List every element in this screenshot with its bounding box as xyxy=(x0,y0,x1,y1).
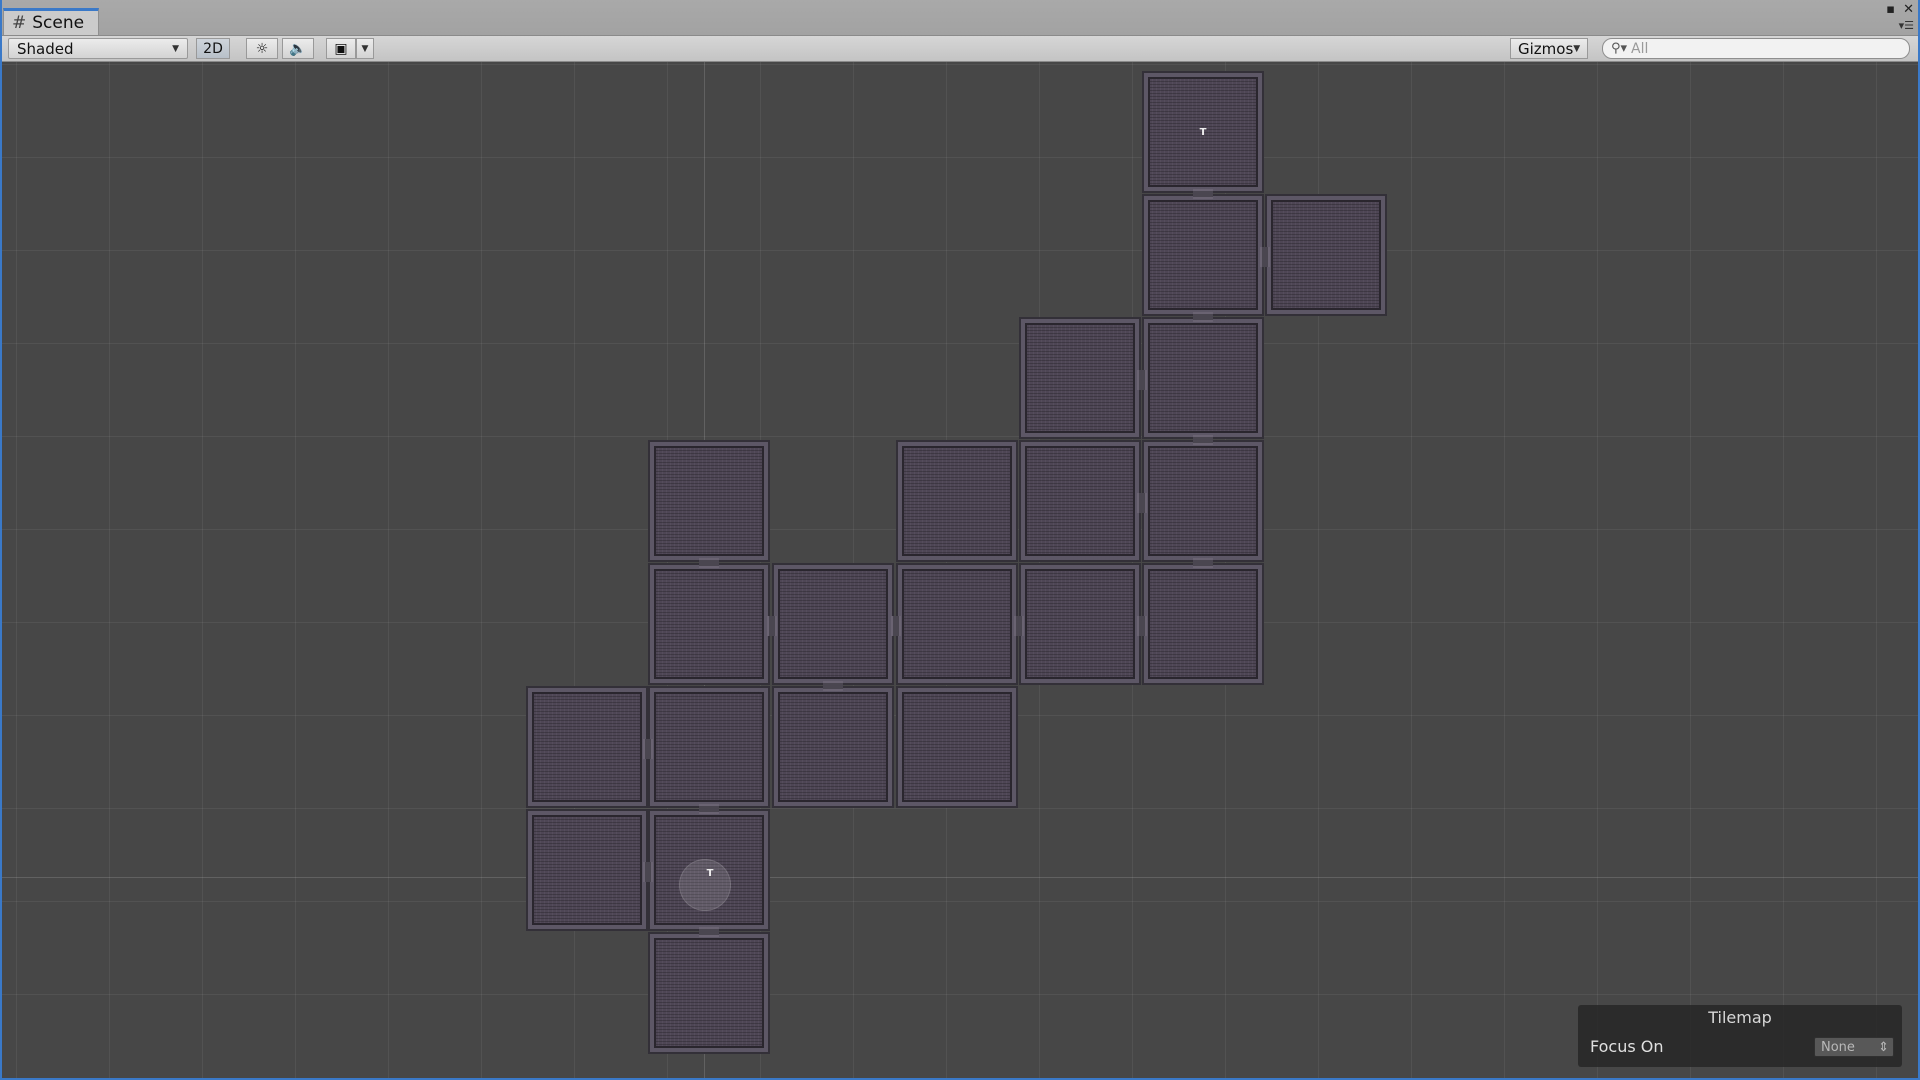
room-connector xyxy=(1137,616,1147,636)
audio-toggle-button[interactable]: 🔈 xyxy=(282,38,314,59)
tile-room xyxy=(774,688,892,806)
tilemap-overlay-panel: Tilemap Focus On None ⇕ xyxy=(1578,1005,1902,1067)
room-connector xyxy=(699,558,719,568)
tile-room xyxy=(774,565,892,683)
focus-on-value: None xyxy=(1821,1039,1855,1055)
room-connector xyxy=(1193,312,1213,322)
scene-toolbar: Shaded ▼ 2D ☼ 🔈 ▣ ▼ Gizmos ▼ ⚲▾ All xyxy=(0,36,1920,62)
room-connector xyxy=(699,927,719,937)
tile-room xyxy=(1144,319,1262,437)
chevron-down-icon: ▼ xyxy=(1573,43,1581,54)
room-connector xyxy=(1137,493,1147,513)
room-connector xyxy=(1137,370,1147,390)
gizmos-label: Gizmos xyxy=(1518,39,1574,58)
origin-axis-horizontal xyxy=(2,877,1918,878)
room-connector xyxy=(643,862,653,882)
tile-room xyxy=(528,688,646,806)
sun-icon: ☼ xyxy=(255,40,269,57)
room-connector xyxy=(1260,247,1270,267)
focus-on-label: Focus On xyxy=(1590,1037,1664,1056)
tile-room xyxy=(898,442,1016,560)
room-connector xyxy=(823,681,843,691)
search-icon: ⚲▾ xyxy=(1611,41,1628,56)
player-marker-icon[interactable]: T xyxy=(705,869,715,879)
search-input[interactable]: ⚲▾ All xyxy=(1602,38,1910,59)
chevron-down-icon: ▼ xyxy=(361,43,369,54)
room-connector xyxy=(1193,189,1213,199)
room-connector xyxy=(1014,616,1024,636)
tab-scene[interactable]: # Scene xyxy=(3,8,99,35)
effects-toggle-button[interactable]: ▣ xyxy=(326,38,356,59)
tab-menu-icon[interactable]: ▾☰ xyxy=(1899,19,1914,32)
tile-room xyxy=(650,442,768,560)
tile-room xyxy=(528,811,646,929)
tile-room xyxy=(1021,565,1139,683)
room-connector xyxy=(643,739,653,759)
tile-room xyxy=(1021,319,1139,437)
spawn-marker-icon[interactable]: T xyxy=(1198,128,1208,138)
tile-room xyxy=(1144,565,1262,683)
tilemap-panel-title: Tilemap xyxy=(1708,1008,1772,1027)
effects-dropdown-button[interactable]: ▼ xyxy=(356,38,374,59)
tab-scene-label: Scene xyxy=(32,13,85,33)
chevron-down-icon: ▼ xyxy=(172,43,179,54)
tile-room xyxy=(1021,442,1139,560)
tile-room xyxy=(1144,196,1262,314)
speaker-icon: 🔈 xyxy=(289,40,307,57)
lighting-toggle-button[interactable]: ☼ xyxy=(246,38,278,59)
editor-tab-bar: # Scene ▪ ✕ ▾☰ xyxy=(0,0,1920,36)
room-connector xyxy=(891,616,901,636)
window-controls: ▪ ✕ xyxy=(1886,3,1914,16)
gizmos-dropdown[interactable]: Gizmos ▼ xyxy=(1510,38,1588,59)
tile-room xyxy=(898,565,1016,683)
mode-2d-button[interactable]: 2D xyxy=(196,38,230,59)
tile-room xyxy=(1267,196,1385,314)
shading-mode-dropdown[interactable]: Shaded ▼ xyxy=(8,38,188,59)
tile-room xyxy=(1144,442,1262,560)
room-connector xyxy=(1193,558,1213,568)
maximize-icon[interactable]: ▪ xyxy=(1886,3,1895,16)
tile-room xyxy=(650,565,768,683)
focus-on-select[interactable]: None ⇕ xyxy=(1814,1037,1894,1057)
tile-room xyxy=(898,688,1016,806)
close-icon[interactable]: ✕ xyxy=(1903,3,1914,16)
scene-viewport[interactable]: T T xyxy=(2,62,1918,1078)
image-icon: ▣ xyxy=(334,40,348,57)
updown-arrows-icon: ⇕ xyxy=(1878,1039,1889,1055)
search-placeholder: All xyxy=(1631,40,1649,57)
tile-room xyxy=(650,688,768,806)
room-connector xyxy=(767,616,777,636)
tile-room xyxy=(650,934,768,1052)
grid-hash-icon: # xyxy=(12,12,27,33)
room-connector xyxy=(1193,435,1213,445)
shading-mode-value: Shaded xyxy=(17,39,74,58)
selection-circle xyxy=(679,859,731,911)
room-connector xyxy=(699,804,719,814)
